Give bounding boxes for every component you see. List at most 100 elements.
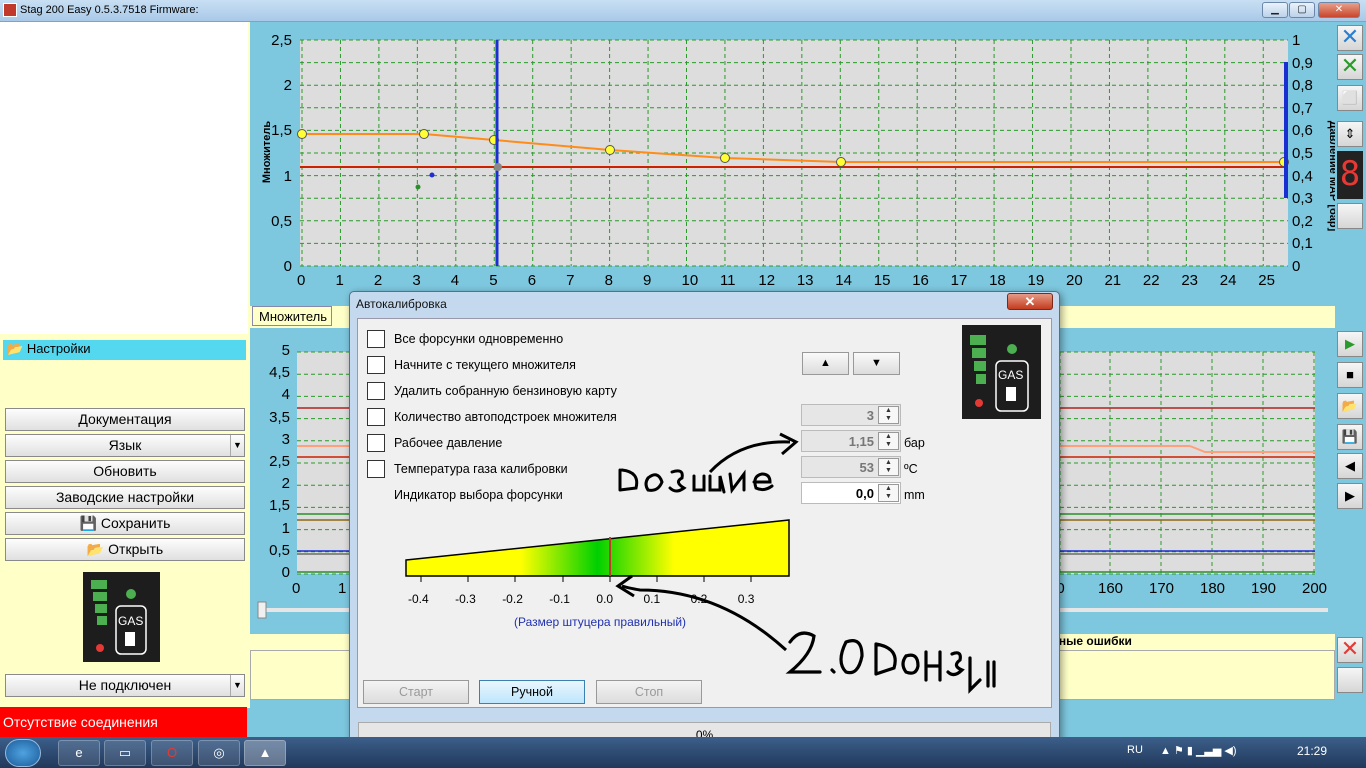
checkbox-start-current-multiplier[interactable] xyxy=(367,356,385,374)
resize-icon[interactable]: ⬜ xyxy=(1337,85,1363,111)
autotune-count-field[interactable]: 3 ▲ ▼ xyxy=(801,404,901,426)
play-icon[interactable]: ▶ xyxy=(1337,331,1363,357)
gauge-tick-label: -0.2 xyxy=(502,592,523,606)
title-bar: Stag 200 Easy 0.5.3.7518 Firmware: xyxy=(0,0,1366,22)
close-button[interactable]: ✕ xyxy=(1318,2,1360,18)
connection-label: Не подключен xyxy=(78,677,172,693)
y-tick-label: 1,5 xyxy=(269,497,290,515)
save-button[interactable]: 💾 Сохранить xyxy=(5,512,245,535)
chrome-icon[interactable]: ◎ xyxy=(198,740,240,766)
move-up-button[interactable]: ▲ xyxy=(802,352,849,375)
x-tick-label: 21 xyxy=(1104,272,1122,289)
floppy-icon[interactable]: 💾 xyxy=(1337,424,1363,450)
checkbox-working-pressure[interactable] xyxy=(367,434,385,452)
clock[interactable]: 21:29 xyxy=(1297,744,1327,758)
x-tick-label: 14 xyxy=(835,272,852,289)
label-delete-petrol-map: Удалить собранную бензиновую карту xyxy=(394,384,617,398)
curve-point[interactable] xyxy=(419,129,429,139)
move-down-button[interactable]: ▼ xyxy=(853,352,900,375)
y-tick-label: 0,5 xyxy=(269,541,290,559)
y-tick-label: 0,5 xyxy=(271,212,292,230)
folder-open-icon: 📂 xyxy=(86,541,105,557)
y-tick-label: 2 xyxy=(281,475,290,493)
y-tick-label: 2,5 xyxy=(269,453,290,470)
label-injector-indicator: Индикатор выбора форсунки xyxy=(394,488,563,502)
y-tick-label: 0,3 xyxy=(1292,190,1313,208)
start-menu-icon[interactable] xyxy=(5,739,41,767)
map-pressure-bar xyxy=(1284,62,1288,198)
opera-icon[interactable]: O xyxy=(151,740,193,766)
x-tick-label: 6 xyxy=(527,272,537,289)
checkbox-delete-petrol-map[interactable] xyxy=(367,382,385,400)
documentation-button[interactable]: Документация xyxy=(5,408,245,431)
label-all-injectors: Все форсунки одновременно xyxy=(394,332,564,346)
curve-point[interactable] xyxy=(720,153,730,163)
label-start-current-multiplier: Начните с текущего множителя xyxy=(394,358,576,372)
open-button[interactable]: 📂 Открыть xyxy=(5,538,245,561)
y-tick-label: 3,5 xyxy=(269,408,290,426)
stop-button[interactable]: Стоп xyxy=(596,680,702,704)
maximize-button[interactable]: ▢ xyxy=(1289,2,1315,18)
y-tick-label: 0,4 xyxy=(1292,167,1313,185)
dialog-close-button[interactable]: ✕ xyxy=(1007,293,1053,310)
explorer-icon[interactable]: ▭ xyxy=(104,740,146,766)
x-tick-label: 160 xyxy=(1098,580,1124,597)
language-select[interactable]: Язык ▼ xyxy=(5,434,245,457)
folder-open-icon[interactable]: 📂 xyxy=(1337,393,1363,419)
tab-multiplier[interactable]: Множитель xyxy=(252,306,332,326)
update-button[interactable]: Обновить xyxy=(5,460,245,483)
sample-point xyxy=(415,184,421,190)
x-tick-label: 1 xyxy=(338,580,347,597)
sample-point xyxy=(429,172,435,178)
ie-icon[interactable]: e xyxy=(58,740,100,766)
curve-point[interactable] xyxy=(297,129,307,139)
spin-arrows-icon[interactable]: ▲ ▼ xyxy=(878,406,899,424)
settings-label: Настройки xyxy=(26,341,91,356)
x-tick-label: 11 xyxy=(719,272,736,289)
collapse-icon[interactable]: ⇕ xyxy=(1337,121,1363,147)
language-indicator[interactable]: RU xyxy=(1127,744,1143,756)
checkbox-all-injectors[interactable] xyxy=(367,330,385,348)
minimize-button[interactable]: ▁ xyxy=(1262,2,1288,18)
y-tick-label: 2 xyxy=(283,77,292,95)
floppy-icon: 💾 xyxy=(79,515,97,531)
step-back-icon[interactable]: ◀ xyxy=(1337,453,1363,479)
multiplier-chart[interactable]: 2,5 2 1,5 1 0,5 0 1 0,9 0,8 0,7 0,6 0,5 0,4 0,3 0,2 0,… xyxy=(250,22,1339,307)
connection-select[interactable]: Не подключен ▼ xyxy=(5,674,245,697)
stag-app-icon[interactable]: ▲ xyxy=(244,740,286,766)
gauge-tick-label: -0.3 xyxy=(455,592,476,606)
settings-header[interactable]: 📂 Настройки xyxy=(3,340,246,360)
checkbox-gas-temperature[interactable] xyxy=(367,460,385,478)
manual-button[interactable]: Ручной xyxy=(479,680,585,704)
curve-point[interactable] xyxy=(836,157,846,167)
curve-point[interactable] xyxy=(605,145,615,155)
clear-errors-icon[interactable]: ✕ xyxy=(1337,637,1363,663)
x-tick-label: 0 xyxy=(297,272,306,289)
x-tick-label: 23 xyxy=(1181,272,1199,289)
stop-icon[interactable]: ■ xyxy=(1337,362,1363,388)
x-tick-label: 19 xyxy=(1027,272,1045,289)
save-label: Сохранить xyxy=(100,515,171,531)
window-title: Stag 200 Easy 0.5.3.7518 Firmware: xyxy=(20,4,199,16)
factory-settings-button[interactable]: Заводские настройки xyxy=(5,486,245,509)
label-autotune-count: Количество автоподстроек множителя xyxy=(394,410,617,424)
y-tick-label: 5 xyxy=(281,342,290,359)
connection-status: Отсутствие соединения xyxy=(0,707,247,737)
chevron-down-icon[interactable]: ▼ xyxy=(230,435,244,456)
confirm-icon[interactable]: ✕ xyxy=(1337,54,1363,80)
checkbox-autotune-count[interactable] xyxy=(367,408,385,426)
blank-button[interactable] xyxy=(1337,203,1363,229)
start-button[interactable]: Старт xyxy=(363,680,469,704)
label-working-pressure: Рабочее давление xyxy=(394,436,503,450)
x-tick-label: 22 xyxy=(1142,272,1160,289)
x-tick-label: 1 xyxy=(335,272,344,289)
y-tick-label: 0,2 xyxy=(1292,212,1313,230)
y-tick-label: 4,5 xyxy=(269,364,290,382)
cancel-icon[interactable]: ✕ xyxy=(1337,25,1363,51)
y-tick-label: 0 xyxy=(1292,258,1301,275)
scroll-thumb[interactable] xyxy=(257,601,267,619)
chevron-down-icon[interactable]: ▼ xyxy=(230,675,244,696)
step-forward-icon[interactable]: ▶ xyxy=(1337,483,1363,509)
tray-icons[interactable]: ▲ ⚑ ▮ ▁▃▅ ◀) xyxy=(1160,744,1237,757)
blank-button[interactable] xyxy=(1337,667,1363,693)
